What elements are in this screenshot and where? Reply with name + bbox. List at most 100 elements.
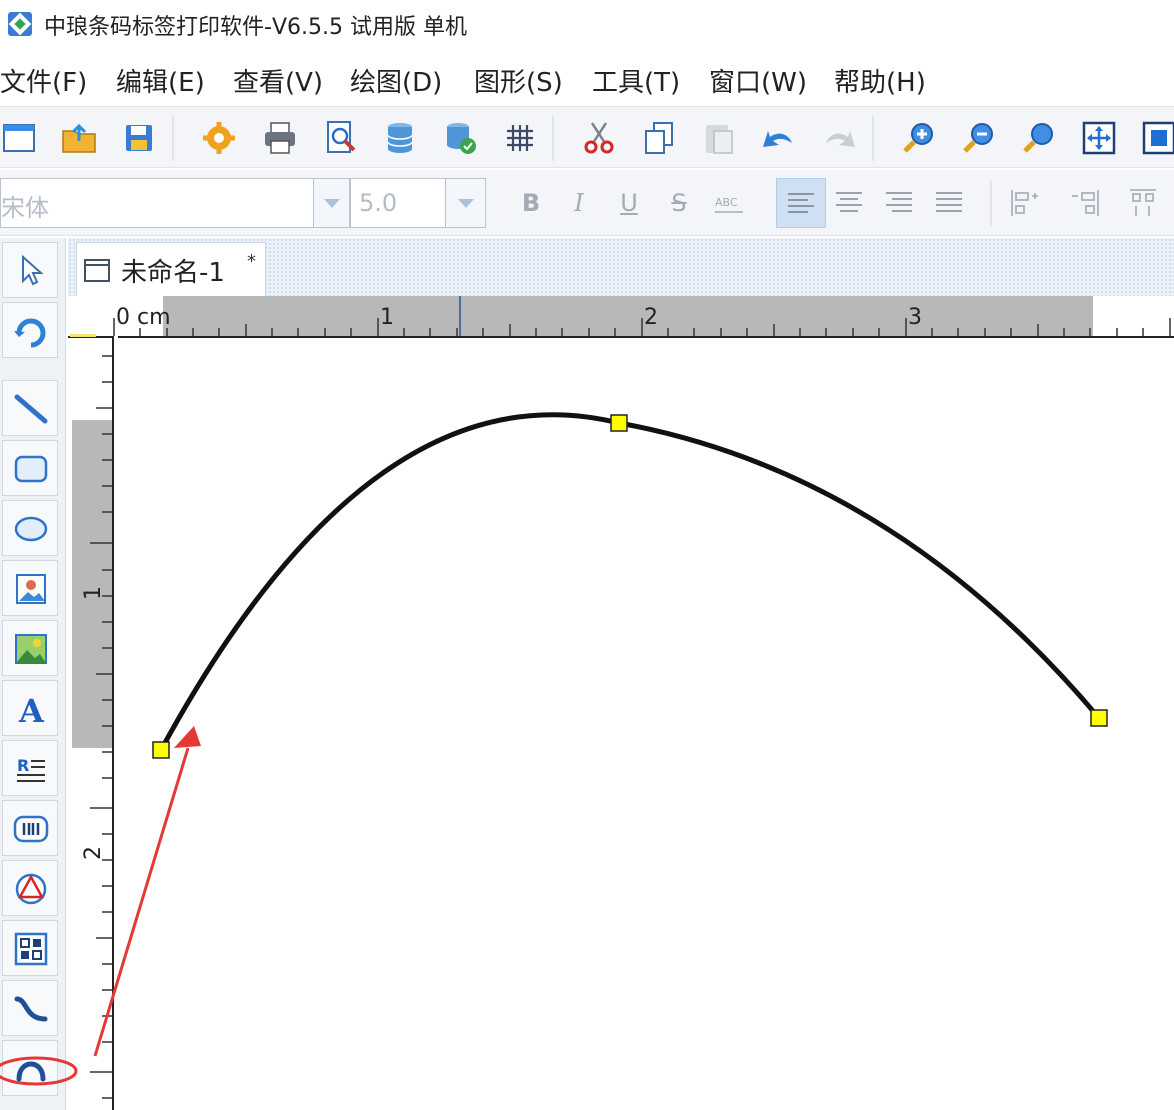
char-spacing-button[interactable]: ABC bbox=[712, 186, 746, 220]
database-button[interactable] bbox=[381, 119, 419, 157]
open-icon bbox=[62, 123, 96, 153]
fit-page-icon bbox=[1082, 121, 1116, 155]
toolbar-separator bbox=[872, 115, 874, 161]
rotate-tool[interactable] bbox=[2, 302, 58, 358]
curve-icon bbox=[14, 996, 48, 1022]
zoom-icon bbox=[1023, 123, 1053, 153]
vertical-ruler: 1 2 bbox=[68, 338, 114, 1110]
distribute-right-button[interactable] bbox=[1068, 186, 1102, 220]
settings-icon bbox=[203, 122, 235, 154]
align-right-button[interactable] bbox=[882, 186, 916, 220]
grid-button[interactable] bbox=[501, 119, 539, 157]
redo-icon bbox=[826, 131, 855, 147]
actual-size-icon bbox=[1142, 121, 1174, 155]
zoom-out-button[interactable] bbox=[960, 119, 998, 157]
redo-button[interactable] bbox=[820, 119, 858, 157]
rotate-icon bbox=[14, 318, 46, 348]
ellipse-icon bbox=[14, 516, 48, 542]
app-icon bbox=[8, 12, 32, 36]
menu-draw[interactable]: 绘图(D) bbox=[350, 62, 442, 99]
print-button[interactable] bbox=[261, 119, 299, 157]
text-tool[interactable]: A bbox=[2, 680, 58, 736]
image-icon bbox=[16, 574, 46, 604]
line-icon bbox=[14, 394, 48, 424]
line-tool[interactable] bbox=[2, 380, 58, 436]
qr-code-icon bbox=[14, 932, 48, 966]
font-dropdown-button[interactable] bbox=[313, 179, 349, 227]
qr-code-tool[interactable] bbox=[2, 920, 58, 976]
title-bar: 中琅条码标签打印软件-V6.5.5 试用版 单机 bbox=[0, 0, 1174, 50]
ruler-label-left-1: 1 bbox=[81, 586, 106, 600]
distribute-top-icon bbox=[1130, 189, 1156, 216]
strikethrough-button[interactable]: S bbox=[662, 186, 696, 220]
menu-shape[interactable]: 图形(S) bbox=[474, 62, 563, 99]
select-tool[interactable] bbox=[2, 242, 58, 298]
save-icon bbox=[126, 125, 152, 151]
label-canvas[interactable] bbox=[114, 338, 1174, 1110]
shape-tool[interactable] bbox=[2, 860, 58, 916]
arc-tool[interactable] bbox=[2, 1040, 58, 1096]
align-justify-button[interactable] bbox=[932, 186, 966, 220]
new-button[interactable] bbox=[0, 119, 38, 157]
barcode-tool[interactable] bbox=[2, 800, 58, 856]
copy-icon bbox=[645, 122, 673, 154]
paste-icon bbox=[706, 125, 733, 154]
menu-edit[interactable]: 编辑(E) bbox=[116, 62, 205, 99]
menu-tools[interactable]: 工具(T) bbox=[592, 62, 680, 99]
rectangle-tool[interactable] bbox=[2, 440, 58, 496]
ruler-label-3: 3 bbox=[908, 305, 922, 330]
picture-tool[interactable] bbox=[2, 620, 58, 676]
toolbar-separator bbox=[552, 115, 554, 161]
paste-button[interactable] bbox=[700, 119, 738, 157]
align-center-icon bbox=[836, 192, 862, 212]
ellipse-tool[interactable] bbox=[2, 500, 58, 556]
main-toolbar bbox=[0, 106, 1174, 168]
svg-text:ABC: ABC bbox=[715, 196, 738, 209]
undo-button[interactable] bbox=[760, 119, 798, 157]
rich-text-icon: R bbox=[17, 756, 45, 782]
image-tool[interactable] bbox=[2, 560, 58, 616]
open-button[interactable] bbox=[60, 119, 98, 157]
distribute-left-icon bbox=[1011, 190, 1038, 216]
underline-button[interactable]: U bbox=[612, 186, 646, 220]
menu-view[interactable]: 查看(V) bbox=[233, 62, 323, 99]
svg-text:A: A bbox=[18, 692, 45, 729]
menu-help[interactable]: 帮助(H) bbox=[834, 62, 926, 99]
actual-size-button[interactable] bbox=[1140, 119, 1174, 157]
menu-file[interactable]: 文件(F) bbox=[0, 62, 87, 99]
copy-button[interactable] bbox=[640, 119, 678, 157]
document-tab[interactable]: 未命名-1 * bbox=[76, 242, 266, 296]
zoom-button[interactable] bbox=[1020, 119, 1058, 157]
cut-icon bbox=[584, 122, 614, 154]
bold-button[interactable]: B bbox=[514, 186, 548, 220]
italic-button[interactable]: I bbox=[562, 186, 596, 220]
font-size-dropdown-button[interactable] bbox=[445, 179, 485, 227]
settings-button[interactable] bbox=[200, 119, 238, 157]
rounded-rectangle-icon bbox=[14, 455, 48, 483]
curve-tool[interactable] bbox=[2, 980, 58, 1036]
font-select[interactable]: 宋体 bbox=[0, 178, 350, 228]
print-preview-button[interactable] bbox=[322, 119, 360, 157]
chevron-down-icon bbox=[457, 199, 474, 208]
rich-text-tool[interactable]: R bbox=[2, 740, 58, 796]
menu-window[interactable]: 窗口(W) bbox=[709, 62, 807, 99]
picture-icon bbox=[15, 634, 47, 664]
ruler-label-1: 1 bbox=[380, 305, 394, 330]
font-size-select[interactable]: 5.0 bbox=[350, 178, 486, 228]
distribute-top-button[interactable] bbox=[1126, 186, 1160, 220]
distribute-left-button[interactable] bbox=[1008, 186, 1042, 220]
distribute-right-icon bbox=[1072, 190, 1099, 216]
save-button[interactable] bbox=[120, 119, 158, 157]
cut-button[interactable] bbox=[580, 119, 618, 157]
zoom-in-button[interactable] bbox=[900, 119, 938, 157]
database-icon bbox=[387, 123, 413, 153]
window-title: 中琅条码标签打印软件-V6.5.5 试用版 单机 bbox=[44, 15, 467, 40]
align-center-button[interactable] bbox=[832, 186, 866, 220]
database-settings-button[interactable] bbox=[441, 119, 479, 157]
zoom-in-icon bbox=[903, 123, 933, 153]
fit-page-button[interactable] bbox=[1080, 119, 1118, 157]
barcode-icon bbox=[13, 815, 49, 843]
align-left-button[interactable] bbox=[776, 178, 826, 228]
arc-icon bbox=[16, 1061, 46, 1082]
print-preview-icon bbox=[327, 121, 356, 153]
